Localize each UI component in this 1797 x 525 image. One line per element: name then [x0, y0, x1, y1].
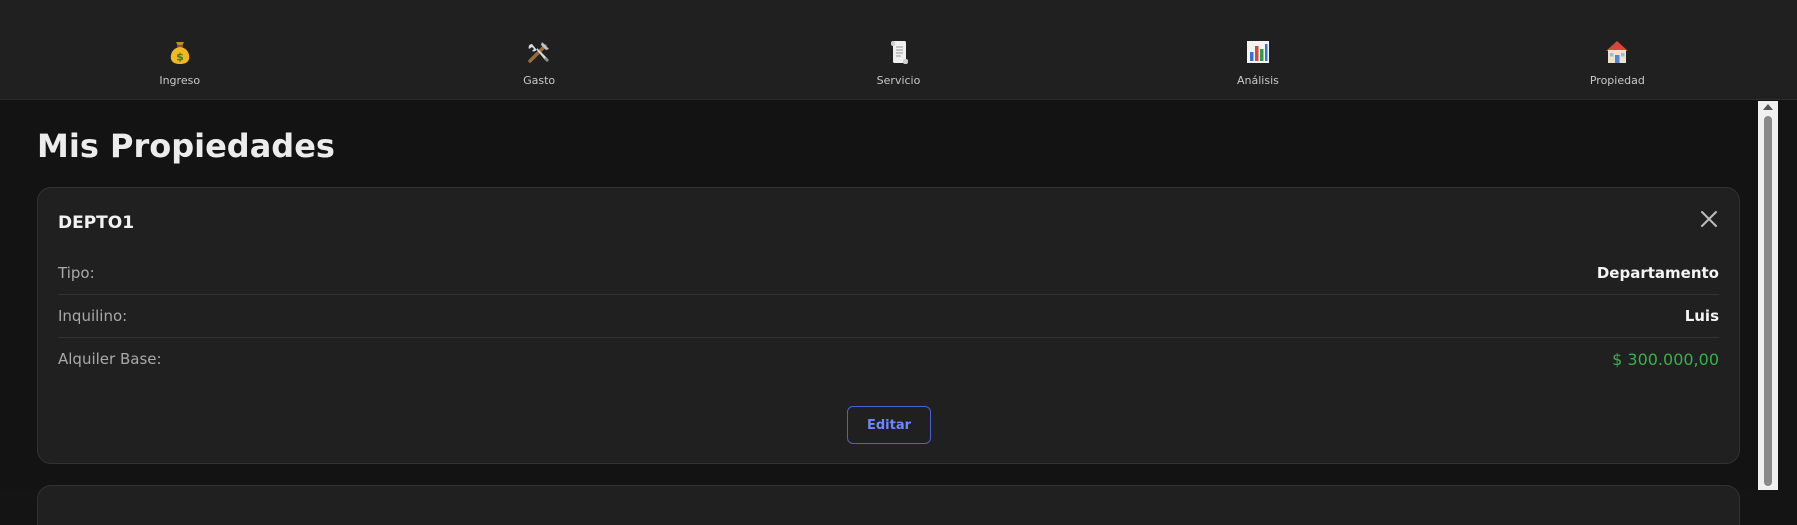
bar-chart-icon [1244, 38, 1272, 66]
property-row-tipo: Tipo: Departamento [58, 252, 1719, 295]
close-icon[interactable] [1697, 207, 1721, 231]
row-value: Luis [1684, 307, 1719, 325]
property-name: DEPTO1 [58, 213, 135, 233]
row-label: Alquiler Base: [58, 350, 162, 368]
nav-label: Servicio [876, 74, 921, 87]
property-card-next [37, 485, 1740, 525]
edit-button[interactable]: Editar [847, 406, 931, 444]
top-nav: $ Ingreso Gasto Servicio Análisis Propie… [0, 0, 1797, 100]
main-content: Mis Propiedades DEPTO1 Tipo: Departament… [0, 101, 1758, 525]
nav-label: Gasto [523, 74, 556, 87]
nav-item-servicio[interactable]: Servicio [719, 0, 1078, 99]
window-gutter [1778, 101, 1797, 490]
house-icon [1603, 38, 1631, 66]
nav-label: Ingreso [159, 74, 201, 87]
property-row-inquilino: Inquilino: Luis [58, 295, 1719, 338]
rent-amount: $ 300.000,00 [1612, 349, 1719, 369]
nav-item-ingreso[interactable]: $ Ingreso [0, 0, 359, 99]
page-title: Mis Propiedades [37, 127, 335, 165]
svg-text:$: $ [176, 51, 184, 64]
nav-label: Propiedad [1589, 74, 1645, 87]
row-value: Departamento [1596, 264, 1719, 282]
row-label: Tipo: [58, 264, 95, 282]
scroll-up-arrow-icon[interactable] [1763, 104, 1773, 110]
vertical-scrollbar[interactable] [1758, 101, 1778, 490]
money-bag-icon: $ [166, 38, 194, 66]
property-row-alquiler: Alquiler Base: $ 300.000,00 [58, 338, 1719, 380]
tools-icon [525, 38, 553, 66]
nav-item-propiedad[interactable]: Propiedad [1438, 0, 1797, 99]
nav-label: Análisis [1236, 74, 1279, 87]
scroll-thumb[interactable] [1764, 116, 1772, 486]
scroll-icon [885, 38, 913, 66]
row-label: Inquilino: [58, 307, 128, 325]
nav-item-analisis[interactable]: Análisis [1078, 0, 1437, 99]
nav-item-gasto[interactable]: Gasto [359, 0, 718, 99]
property-card: DEPTO1 Tipo: Departamento Inquilino: Lui… [37, 187, 1740, 464]
